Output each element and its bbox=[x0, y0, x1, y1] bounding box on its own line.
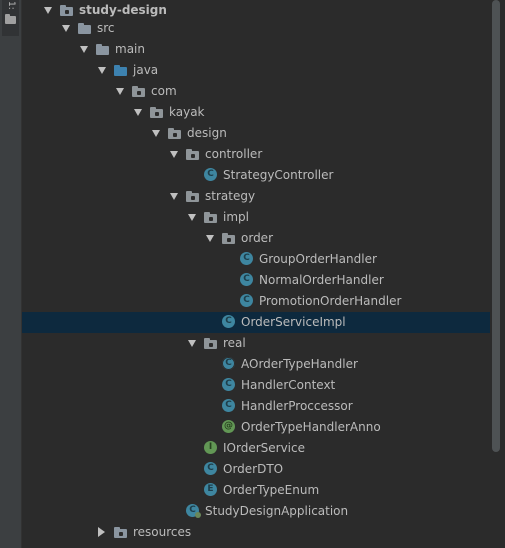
abstract-class-icon: C bbox=[222, 357, 235, 370]
project-tree[interactable]: study-design src main java com kayak des… bbox=[22, 0, 490, 548]
class-icon: C bbox=[222, 315, 235, 328]
tree-label: strategy bbox=[205, 189, 256, 203]
tree-row-impl[interactable]: impl bbox=[22, 207, 490, 228]
tree-row-real[interactable]: real bbox=[22, 333, 490, 354]
collapse-arrow-icon[interactable] bbox=[98, 527, 105, 537]
tree-label: main bbox=[115, 42, 145, 56]
class-icon: C bbox=[222, 399, 235, 412]
class-icon: C bbox=[240, 294, 253, 307]
tree-label: OrderDTO bbox=[223, 462, 284, 476]
class-icon: C bbox=[240, 273, 253, 286]
expand-arrow-icon[interactable] bbox=[206, 235, 214, 242]
tree-label: impl bbox=[223, 210, 249, 224]
tree-label: GroupOrderHandler bbox=[259, 252, 377, 266]
tree-label: OrderTypeEnum bbox=[223, 483, 320, 497]
package-icon bbox=[186, 190, 200, 203]
tree-row-resources[interactable]: resources bbox=[22, 522, 490, 543]
tree-label: OrderServiceImpl bbox=[241, 315, 346, 329]
class-icon: C bbox=[204, 462, 217, 475]
resources-folder-icon bbox=[114, 526, 128, 539]
spring-app-class-icon: C bbox=[186, 504, 201, 518]
expand-arrow-icon[interactable] bbox=[116, 88, 124, 95]
package-icon bbox=[150, 106, 164, 119]
tree-label: order bbox=[241, 231, 273, 245]
tool-window-strip: 1: bbox=[0, 0, 22, 548]
expand-arrow-icon[interactable] bbox=[188, 340, 196, 347]
class-icon: C bbox=[222, 378, 235, 391]
tree-label: StudyDesignApplication bbox=[205, 504, 349, 518]
tree-row-order-service-impl[interactable]: C OrderServiceImpl bbox=[22, 312, 490, 333]
tree-row-handler-context[interactable]: C HandlerContext bbox=[22, 375, 490, 396]
tree-row-order-type-enum[interactable]: E OrderTypeEnum bbox=[22, 480, 490, 501]
expand-arrow-icon[interactable] bbox=[188, 214, 196, 221]
expand-arrow-icon[interactable] bbox=[98, 67, 106, 74]
source-folder-icon bbox=[114, 64, 128, 77]
tree-row-study-design-application[interactable]: C StudyDesignApplication bbox=[22, 501, 490, 522]
tree-label: design bbox=[187, 126, 227, 140]
tree-row-promotion-order-handler[interactable]: C PromotionOrderHandler bbox=[22, 291, 490, 312]
tree-label: controller bbox=[205, 147, 263, 161]
tree-row-strategy[interactable]: strategy bbox=[22, 186, 490, 207]
project-folder-icon bbox=[5, 14, 16, 24]
tree-label: study-design bbox=[79, 3, 167, 17]
tree-label: OrderTypeHandlerAnno bbox=[241, 420, 381, 434]
expand-arrow-icon[interactable] bbox=[170, 193, 178, 200]
tree-label: src bbox=[97, 21, 115, 35]
annotation-icon: @ bbox=[222, 420, 235, 433]
tree-label: kayak bbox=[169, 105, 205, 119]
interface-icon: I bbox=[204, 441, 217, 454]
enum-icon: E bbox=[204, 483, 217, 496]
tree-label: HandlerProccessor bbox=[241, 399, 353, 413]
expand-arrow-icon[interactable] bbox=[152, 130, 160, 137]
expand-arrow-icon[interactable] bbox=[134, 109, 142, 116]
tree-row-com[interactable]: com bbox=[22, 81, 490, 102]
package-icon bbox=[204, 337, 218, 350]
expand-arrow-icon[interactable] bbox=[44, 7, 52, 14]
tree-row-order[interactable]: order bbox=[22, 228, 490, 249]
expand-arrow-icon[interactable] bbox=[62, 25, 70, 32]
package-icon bbox=[186, 148, 200, 161]
tree-label: IOrderService bbox=[223, 441, 305, 455]
project-tool-tab[interactable]: 1: bbox=[2, 0, 19, 36]
tree-row-main[interactable]: main bbox=[22, 39, 490, 60]
tree-label: real bbox=[223, 336, 246, 350]
tree-label: PromotionOrderHandler bbox=[259, 294, 402, 308]
tree-row-i-order-service[interactable]: I IOrderService bbox=[22, 438, 490, 459]
tree-row-handler-proccessor[interactable]: C HandlerProccessor bbox=[22, 396, 490, 417]
tree-row-src[interactable]: src bbox=[22, 18, 490, 39]
tree-row-normal-order-handler[interactable]: C NormalOrderHandler bbox=[22, 270, 490, 291]
tree-label: AOrderTypeHandler bbox=[241, 357, 358, 371]
tree-label: HandlerContext bbox=[241, 378, 336, 392]
folder-icon bbox=[78, 22, 92, 35]
package-icon bbox=[222, 232, 236, 245]
tree-row-group-order-handler[interactable]: C GroupOrderHandler bbox=[22, 249, 490, 270]
project-tab-number: 1: bbox=[6, 1, 16, 10]
tree-label: java bbox=[133, 63, 159, 77]
tree-row-controller[interactable]: controller bbox=[22, 144, 490, 165]
tree-row-a-order-type-handler[interactable]: C AOrderTypeHandler bbox=[22, 354, 490, 375]
expand-arrow-icon[interactable] bbox=[80, 46, 88, 53]
folder-icon bbox=[96, 43, 110, 56]
tree-row-strategy-controller[interactable]: C StrategyController bbox=[22, 165, 490, 186]
tree-row-kayak[interactable]: kayak bbox=[22, 102, 490, 123]
tree-row-java[interactable]: java bbox=[22, 60, 490, 81]
tree-row-order-type-handler-anno[interactable]: @ OrderTypeHandlerAnno bbox=[22, 417, 490, 438]
scrollbar-thumb[interactable] bbox=[492, 0, 500, 452]
package-icon bbox=[132, 85, 146, 98]
tree-row-order-dto[interactable]: C OrderDTO bbox=[22, 459, 490, 480]
module-folder-icon bbox=[60, 4, 74, 17]
expand-arrow-icon[interactable] bbox=[170, 151, 178, 158]
tree-label: NormalOrderHandler bbox=[259, 273, 384, 287]
tree-label: StrategyController bbox=[223, 168, 334, 182]
package-icon bbox=[204, 211, 218, 224]
package-icon bbox=[168, 127, 182, 140]
class-icon: C bbox=[204, 168, 217, 181]
tree-label: com bbox=[151, 84, 177, 98]
tree-label: resources bbox=[133, 525, 192, 539]
tree-row-design[interactable]: design bbox=[22, 123, 490, 144]
class-icon: C bbox=[240, 252, 253, 265]
